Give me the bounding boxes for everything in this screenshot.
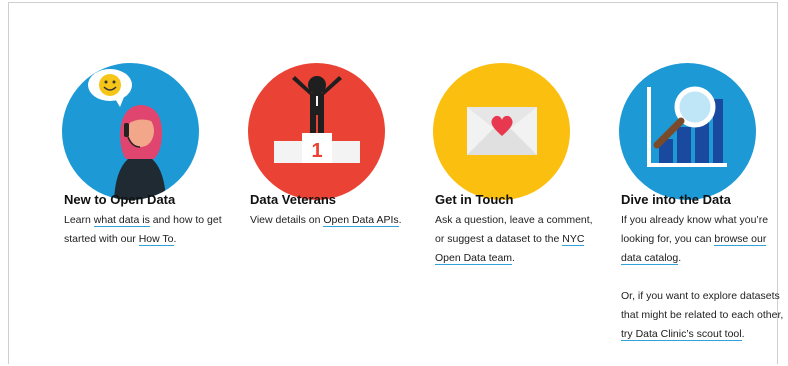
card-title: Get in Touch <box>435 192 514 207</box>
card-dive-into-the-data: Dive into the Data If you already know w… <box>619 63 784 341</box>
what-data-is-link[interactable]: what data is <box>93 214 150 227</box>
card-title: Dive into the Data <box>621 192 731 207</box>
card-description: If you already know what you’re looking … <box>621 214 784 341</box>
how-to-link[interactable]: How To <box>138 233 174 246</box>
open-data-apis-link[interactable]: Open Data APIs <box>323 214 399 227</box>
scout-tool-link[interactable]: try Data Clinic’s scout tool <box>621 328 742 341</box>
card-get-in-touch: Get in Touch Ask a question, leave a com… <box>433 63 598 265</box>
card-data-veterans: 1 Data Veterans View details on Open Dat… <box>248 63 413 227</box>
envelope-heart-icon <box>433 63 570 200</box>
card-description: View details on Open Data APIs. <box>250 214 402 227</box>
card-description: Learn what data is and how to get starte… <box>64 214 222 246</box>
card-description: Ask a question, leave a comment, or sugg… <box>435 214 593 265</box>
person-smiley-icon <box>62 63 199 200</box>
podium-winner-icon: 1 <box>248 63 385 200</box>
card-title: Data Veterans <box>250 192 336 207</box>
card-new-to-open-data: New to Open Data Learn what data is and … <box>62 63 227 246</box>
chart-magnifier-icon <box>619 63 756 200</box>
card-title: New to Open Data <box>64 192 176 207</box>
svg-text:1: 1 <box>311 140 322 162</box>
